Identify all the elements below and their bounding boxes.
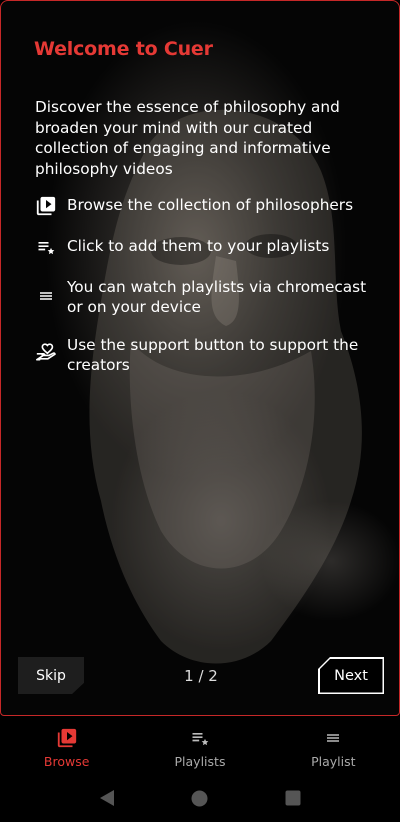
nav-tab-playlist[interactable]: Playlist [267, 720, 400, 770]
playlist-add-icon [35, 236, 57, 258]
next-button[interactable]: Next [319, 658, 383, 693]
intro-text: Discover the essence of philosophy and b… [35, 98, 340, 178]
recents-square-icon[interactable] [283, 788, 303, 808]
feature-add-playlist-text: Click to add them to your playlists [67, 237, 330, 255]
list-icon [321, 726, 345, 750]
feature-watch-text: You can watch playlists via chromecast o… [67, 278, 367, 316]
support-hand-heart-icon [35, 341, 57, 363]
skip-button[interactable]: Skip [18, 657, 84, 694]
back-triangle-icon[interactable] [97, 788, 117, 808]
feature-browse: Browse the collection of philosophers [35, 195, 375, 217]
next-button-frame[interactable]: Next [318, 657, 384, 694]
playlist-star-icon [188, 726, 212, 750]
nav-tab-playlists[interactable]: Playlists [133, 720, 266, 770]
feature-browse-text: Browse the collection of philosophers [67, 196, 354, 214]
nav-label-playlists: Playlists [174, 754, 226, 769]
app-screen: Welcome to Cuer Discover the essence of … [0, 0, 400, 822]
onboarding-panel: Welcome to Cuer Discover the essence of … [0, 0, 400, 716]
home-circle-icon[interactable] [190, 788, 210, 808]
nav-tab-browse[interactable]: Browse [0, 720, 133, 770]
page-indicator: 1 / 2 [184, 667, 218, 685]
feature-support: Use the support button to support the cr… [35, 335, 375, 375]
feature-add-playlist: Click to add them to your playlists [35, 236, 375, 258]
video-library-icon [35, 195, 57, 217]
video-library-icon [55, 726, 79, 750]
bottom-navigation: Browse Playlists Playlist [0, 720, 400, 770]
nav-label-playlist: Playlist [311, 754, 356, 769]
feature-support-text: Use the support button to support the cr… [67, 336, 359, 374]
welcome-title: Welcome to Cuer [34, 38, 213, 60]
nav-label-browse: Browse [43, 754, 90, 769]
system-navigation-bar [0, 774, 400, 822]
list-icon [35, 285, 57, 307]
feature-watch: You can watch playlists via chromecast o… [35, 277, 375, 317]
